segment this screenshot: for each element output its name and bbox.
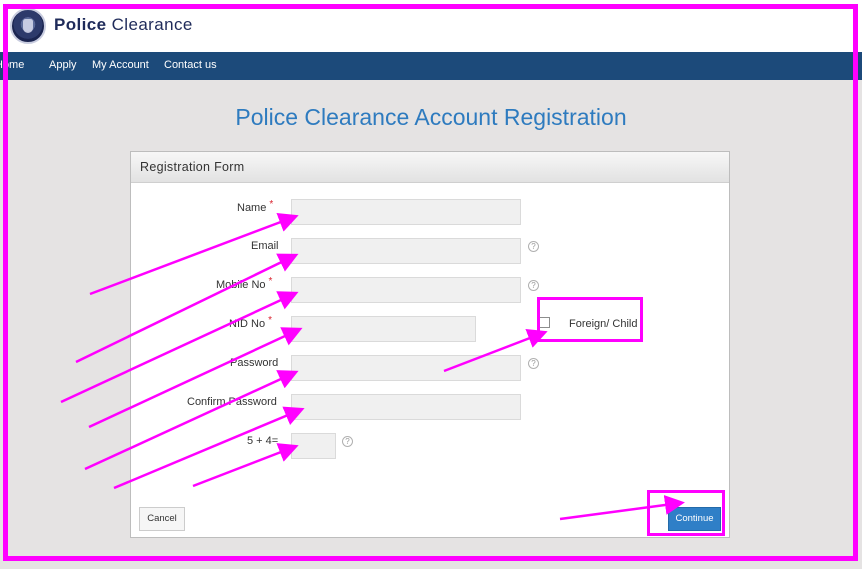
nav-apply[interactable]: Apply	[49, 59, 77, 71]
password-label: Password	[230, 357, 279, 369]
brand-bold: Police	[54, 15, 107, 34]
nid-label: NID No *	[229, 315, 272, 330]
page-title: Police Clearance Account Registration	[235, 104, 627, 130]
name-input[interactable]	[291, 199, 521, 225]
mobile-label-text: Mobile No	[216, 279, 266, 291]
email-label: Email	[251, 240, 279, 252]
help-circle-icon[interactable]: ?	[528, 241, 539, 252]
top-header: Police Clearance	[0, 0, 862, 52]
name-label: Name *	[237, 199, 274, 214]
name-label-text: Name	[237, 202, 267, 214]
main-nav: Home Apply My Account Contact us	[0, 52, 862, 80]
panel-header: Registration Form	[131, 152, 729, 183]
foreign-child-label: Foreign/ Child	[569, 318, 638, 330]
required-mark: *	[269, 199, 274, 210]
captcha-input[interactable]	[291, 433, 336, 459]
site-brand[interactable]: Police Clearance	[54, 15, 193, 35]
nav-contact-us[interactable]: Contact us	[164, 59, 217, 71]
cancel-button[interactable]: Cancel	[139, 507, 185, 531]
confirm-password-label: Confirm Password	[187, 396, 277, 408]
email-input[interactable]	[291, 238, 521, 264]
police-emblem-logo[interactable]	[10, 8, 46, 44]
required-mark: *	[268, 276, 273, 287]
help-circle-icon[interactable]: ?	[528, 280, 539, 291]
required-mark: *	[268, 315, 272, 326]
foreign-child-checkbox[interactable]	[539, 317, 550, 328]
registration-form-panel: Registration Form Name * Email ? Mobile N…	[130, 151, 730, 538]
nid-input[interactable]	[291, 316, 476, 342]
brand-rest: Clearance	[106, 15, 193, 34]
nav-home[interactable]: Home	[0, 59, 24, 71]
panel-title: Registration Form	[140, 160, 245, 174]
password-input[interactable]	[291, 355, 521, 381]
nid-label-text: NID No	[229, 318, 266, 330]
captcha-label: 5 + 4=	[247, 435, 279, 447]
mobile-label: Mobile No *	[216, 276, 273, 291]
continue-button[interactable]: Continue	[668, 507, 721, 531]
help-circle-icon[interactable]: ?	[342, 436, 353, 447]
mobile-input[interactable]	[291, 277, 521, 303]
nav-my-account[interactable]: My Account	[92, 59, 149, 71]
help-circle-icon[interactable]: ?	[528, 358, 539, 369]
confirm-password-input[interactable]	[291, 394, 521, 420]
